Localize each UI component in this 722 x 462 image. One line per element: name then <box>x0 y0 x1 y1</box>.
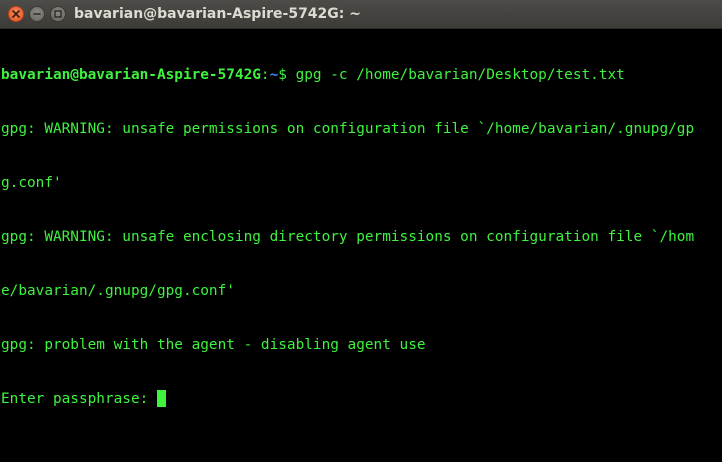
prompt-colon: : <box>260 67 270 83</box>
maximize-icon[interactable] <box>50 6 66 22</box>
window-titlebar[interactable]: bavarian@bavarian-Aspire-5742G: ~ <box>0 0 722 29</box>
output-line: e/bavarian/.gnupg/gpg.conf' <box>1 283 235 299</box>
output-line: gpg: problem with the agent - disabling … <box>1 337 426 353</box>
command-line: bavarian@bavarian-Aspire-5742G:~$ gpg -c… <box>1 66 722 84</box>
output-line: g.conf' <box>1 175 62 191</box>
prompt-symbol: $ <box>278 67 296 83</box>
text-cursor[interactable] <box>156 390 166 407</box>
minimize-icon[interactable] <box>29 6 45 22</box>
passphrase-line: Enter passphrase: <box>1 390 722 408</box>
terminal-output[interactable]: bavarian@bavarian-Aspire-5742G:~$ gpg -c… <box>0 29 722 462</box>
command-text: gpg -c /home/bavarian/Desktop/test.txt <box>295 67 625 83</box>
terminal-window: bavarian@bavarian-Aspire-5742G: ~ bavari… <box>0 0 722 462</box>
prompt-user-host: bavarian@bavarian-Aspire-5742G <box>1 67 261 83</box>
passphrase-prompt: Enter passphrase: <box>1 391 157 407</box>
window-title: bavarian@bavarian-Aspire-5742G: ~ <box>74 6 361 22</box>
output-line: gpg: WARNING: unsafe enclosing directory… <box>1 229 695 245</box>
prompt-path: ~ <box>269 67 279 83</box>
close-icon[interactable] <box>8 6 24 22</box>
output-line: gpg: WARNING: unsafe permissions on conf… <box>1 121 695 137</box>
